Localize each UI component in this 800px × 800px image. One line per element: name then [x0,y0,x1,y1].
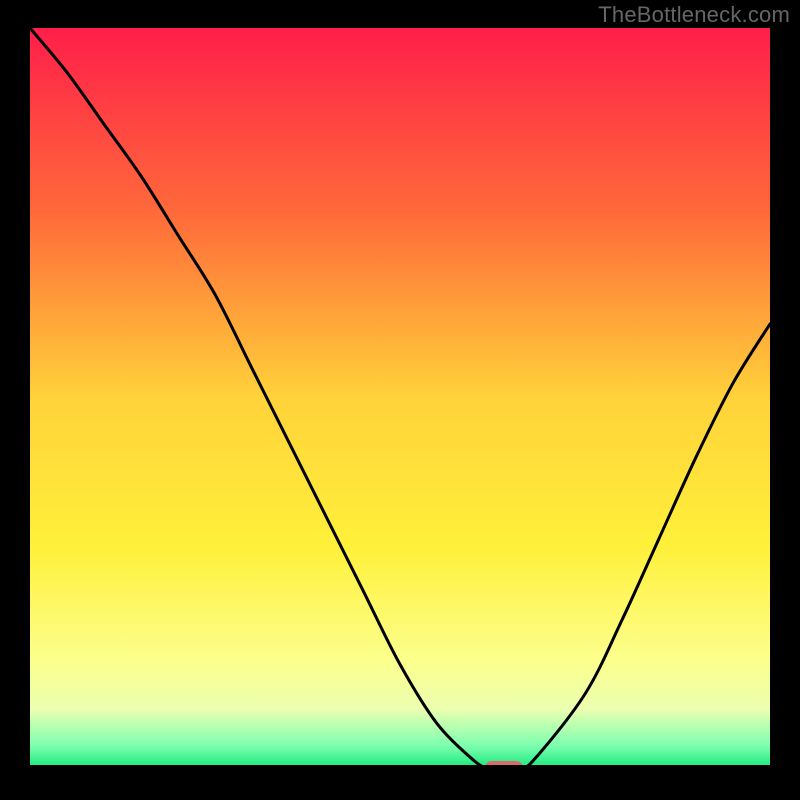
watermark-text: TheBottleneck.com [598,2,790,28]
x-axis-line [30,765,770,768]
bottleneck-curve [30,28,770,768]
plot-area [30,28,770,768]
bottleneck-chart: TheBottleneck.com [0,0,800,800]
